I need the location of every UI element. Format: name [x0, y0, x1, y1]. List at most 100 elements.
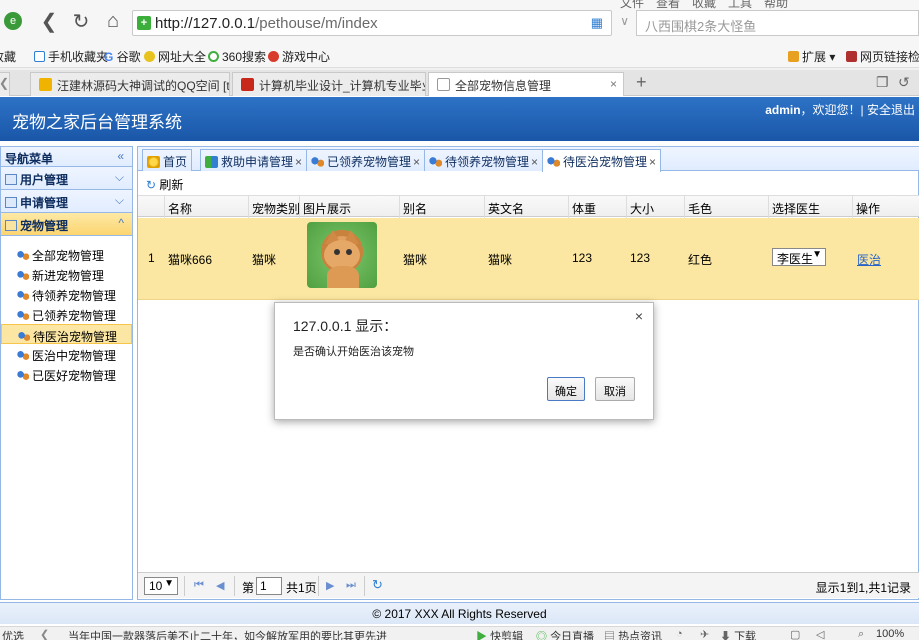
tab-close-icon[interactable]: × [413, 155, 420, 169]
cancel-button[interactable]: 取消 [595, 377, 635, 401]
sound-icon[interactable]: ◁ [816, 628, 824, 640]
page-number-value: 1 [260, 579, 267, 593]
browser-tab-1[interactable]: 汪建林源码大神调试的QQ空间 [t [30, 72, 230, 96]
collapse-left-icon[interactable]: « [117, 149, 124, 163]
tab-close-icon[interactable]: × [412, 77, 419, 91]
status-hot[interactable]: ▤ 热点资讯 [604, 628, 662, 640]
bookmark-extend[interactable]: 扩展 ▾ [788, 48, 835, 65]
status-kuaijian[interactable]: ▶ 快剪辑 [476, 628, 523, 640]
col-alias[interactable]: 别名 [403, 200, 427, 217]
sidebar-item-label: 待领养宠物管理 [32, 289, 117, 303]
status-news[interactable]: 当年中国一款器落后美不止二十年，如今解放军用的要比其更先进 [68, 628, 387, 640]
tab-scroll-left[interactable]: ❮ [0, 72, 10, 96]
window-icon[interactable]: ▢ [790, 628, 800, 640]
sidebar-group-users[interactable]: 用户管理 ⌵ [1, 167, 132, 190]
bookmark-translate[interactable]: 网页链接检 [846, 48, 919, 65]
tab-list-icon[interactable]: ❐ [876, 74, 889, 91]
col-doctor[interactable]: 选择医生 [772, 200, 820, 217]
qr-icon[interactable]: ▦ [591, 15, 603, 31]
browser-tab-2[interactable]: 计算机毕业设计_计算机专业毕业 × [232, 72, 426, 96]
sidebar-item-pending-treatment[interactable]: 待医治宠物管理 [1, 324, 132, 344]
tab-pending-treatment[interactable]: 待医治宠物管理 × [542, 149, 662, 172]
status-youxuan[interactable]: 优选 [2, 628, 24, 640]
tab-close-icon[interactable]: × [610, 77, 617, 91]
lightbulb-icon [147, 156, 160, 168]
refresh-button[interactable]: ↻ 刷新 [146, 178, 183, 192]
search-input[interactable]: 八西围棋2条大怪鱼 [636, 10, 919, 36]
tab-rescue-applications[interactable]: 救助申请管理 × [200, 149, 308, 171]
col-type[interactable]: 宠物类别 [252, 200, 300, 217]
sidebar-group-pets[interactable]: 宠物管理 ^ [1, 213, 132, 236]
new-tab-icon[interactable]: + [636, 72, 647, 93]
site-favicon-icon [241, 78, 254, 91]
doctor-select[interactable]: 李医生 ▼ [772, 248, 826, 266]
page-number-input[interactable]: 1 [256, 577, 282, 595]
top-menu[interactable]: 文件 查看 收藏 工具 帮助 [620, 0, 788, 11]
zoom-level[interactable]: 100% [876, 628, 904, 640]
browser-tab-3[interactable]: 全部宠物信息管理 × [428, 72, 624, 96]
chevron-left-icon[interactable]: ❮ [40, 628, 49, 640]
sidebar-item-in-treatment[interactable]: 医治中宠物管理 [1, 344, 132, 364]
user-group-icon [5, 174, 17, 185]
reload-icon[interactable]: ↻ [372, 577, 383, 593]
tab-close-icon[interactable]: × [649, 155, 656, 169]
col-english[interactable]: 英文名 [488, 200, 524, 217]
users-icon [17, 310, 29, 321]
bookmark-360[interactable]: 360搜索 [208, 48, 266, 65]
sidebar-item-adopted[interactable]: 已领养宠物管理 [1, 304, 132, 324]
speed-icon[interactable]: ◔ [676, 628, 683, 640]
users-icon [17, 270, 29, 281]
tab-close-icon[interactable]: × [295, 155, 302, 169]
undo-close-icon[interactable]: ↺ [898, 74, 910, 91]
last-page-icon[interactable]: ⏭ [346, 579, 356, 592]
next-page-icon[interactable]: ▶ [326, 579, 334, 592]
browser-status-bar: 优选 ❮ 当年中国一款器落后美不止二十年，如今解放军用的要比其更先进 ▶ 快剪辑… [0, 626, 919, 640]
tab-pending-adoption[interactable]: 待领养宠物管理 × [424, 149, 544, 171]
col-action[interactable]: 操作 [856, 200, 880, 217]
sidebar-item-all-pets[interactable]: 全部宠物管理 [1, 244, 132, 264]
sidebar-item-label: 待医治宠物管理 [33, 330, 118, 344]
col-weight[interactable]: 体重 [572, 200, 596, 217]
page-size-select[interactable]: 10 ▼ [144, 577, 178, 595]
bookmark-google[interactable]: G 谷歌 [104, 48, 141, 65]
first-page-icon[interactable]: ⏮ [194, 579, 204, 592]
tab-close-icon[interactable]: × [531, 155, 538, 169]
bookmark-mobile[interactable]: 手机收藏夹 [34, 48, 108, 65]
logout-link[interactable]: ，欢迎您！| 安全退出 [801, 103, 915, 117]
prev-page-icon[interactable]: ◀ [216, 579, 224, 592]
tab-adopted-pets[interactable]: 已领养宠物管理 × [306, 149, 426, 171]
status-download[interactable]: ⬇ 下载 [720, 628, 756, 640]
pager-summary: 显示1到1,共1记录 [815, 581, 911, 595]
sidebar-item-cured[interactable]: 已医好宠物管理 [1, 364, 132, 384]
url-input[interactable]: + http://127.0.0.1/pethouse/m/index ▦ ∨ [132, 10, 629, 36]
col-image[interactable]: 图片展示 [303, 200, 351, 217]
url-path: /pethouse/m/index [255, 15, 378, 32]
sidebar-item-new-pets[interactable]: 新进宠物管理 [1, 264, 132, 284]
bookmark-360-label: 360搜索 [222, 50, 267, 64]
dropdown-chevron-icon[interactable]: ∨ [620, 14, 629, 28]
status-download-label: 下载 [734, 631, 757, 640]
games-icon [268, 51, 279, 62]
back-icon[interactable]: ❮ [36, 8, 62, 34]
bookmark-daquan[interactable]: 网址大全 [144, 48, 206, 65]
sidebar-group-applications[interactable]: 申请管理 ⌵ [1, 190, 132, 213]
home-icon[interactable]: ⌂ [100, 8, 126, 34]
col-color[interactable]: 毛色 [688, 200, 712, 217]
bookmark-games[interactable]: 游戏中心 [268, 48, 330, 65]
sidebar-item-pending-adoption[interactable]: 待领养宠物管理 [1, 284, 132, 304]
bookmark-collection[interactable]: 收藏 [0, 48, 16, 65]
col-size[interactable]: 大小 [630, 200, 654, 217]
home-shield-icon[interactable]: e [0, 8, 26, 34]
reload-icon[interactable]: ↻ [68, 8, 94, 34]
treat-link[interactable]: 医治 [857, 251, 881, 268]
status-live[interactable]: ◎ 今日直播 [536, 628, 594, 640]
browser-tab-strip: ❮ 汪建林源码大神调试的QQ空间 [t 计算机毕业设计_计算机专业毕业 × 全部宠… [0, 70, 919, 96]
col-name[interactable]: 名称 [168, 200, 192, 217]
bookmark-games-label: 游戏中心 [282, 50, 331, 64]
table-row[interactable]: 1 猫咪666 猫咪 猫咪 猫咪 123 123 红色 李医生 ▼ 医治 [138, 218, 919, 300]
tab-home[interactable]: 首页 [142, 149, 193, 171]
plane-icon[interactable]: ✈ [700, 628, 709, 640]
close-icon[interactable]: × [635, 308, 643, 324]
sidebar: 导航菜单 « 用户管理 ⌵ 申请管理 ⌵ 宠物管理 ^ 全部宠物管理 新进宠物管理 待领… [0, 146, 133, 600]
ok-button[interactable]: 确定 [547, 377, 585, 401]
